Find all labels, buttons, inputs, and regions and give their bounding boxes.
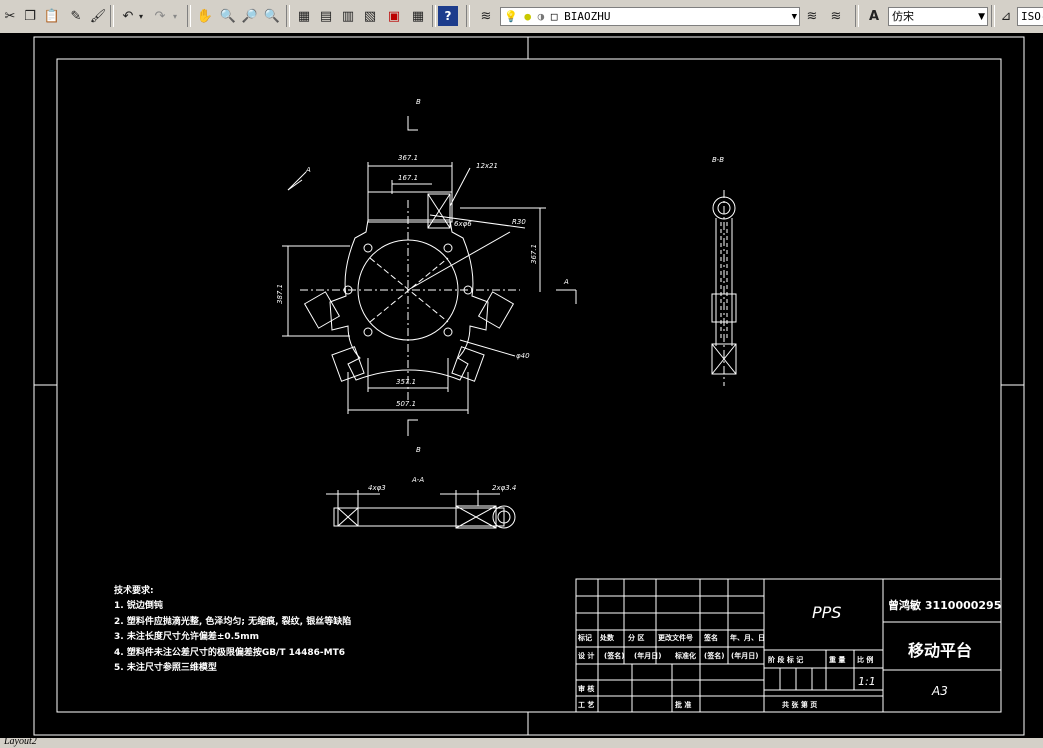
label-section-bb: B-B: [712, 156, 724, 164]
layer-previous-icon[interactable]: ≋: [826, 6, 846, 26]
tb-row2-label-3: (年月日): [634, 651, 661, 660]
sun-icon: ●: [524, 10, 531, 23]
dim-left-387: 387.1: [276, 284, 284, 304]
dim-holes: 6xφ6: [454, 220, 472, 228]
designer-id-text: 曾鸿敏 3110000295: [888, 598, 1001, 612]
layout-tab-bar: Layout2: [0, 737, 1043, 748]
technical-notes: 技术要求: 1. 锐边倒钝 2. 塑料件应抛滴光整, 色泽均匀; 无缩痕, 裂纹…: [114, 584, 351, 673]
notes-line-2: 2. 塑料件应抛滴光整, 色泽均匀; 无缩痕, 裂纹, 银丝等缺陷: [114, 615, 351, 627]
dim-aa-left: 4xφ3: [368, 484, 386, 492]
bulb-icon: 💡: [504, 10, 518, 23]
tb-row2-label-2: (签名): [604, 651, 624, 660]
tb-scale-label: 比 例: [857, 655, 873, 664]
drawing-frame: [56, 58, 1002, 713]
paper-border: [33, 36, 1025, 736]
chevron-down-icon: ▼: [978, 12, 985, 22]
make-layer-current-icon[interactable]: ≋: [802, 6, 822, 26]
drawing-canvas[interactable]: B B A A B-B A-A 367.1 167.1 12x21 6xφ6 R…: [0, 33, 1043, 738]
design-center-icon[interactable]: ▤: [316, 6, 336, 26]
undo-dropdown-icon[interactable]: ▾: [136, 6, 146, 26]
toolbar: ✂ ❐ 📋 ✎ 🖌 ↶ ▾ ↷ ▾ ✋ 🔍 🔎 🔍 ▦ ▤ ▥ ▧ ▣ ▦ ? …: [0, 0, 1043, 34]
label-view-a-right: A: [563, 278, 569, 286]
text-style-combo[interactable]: 仿宋 ▼: [888, 7, 988, 26]
section-aa-view: [326, 490, 516, 529]
tb-sheets-label: 共 张 第 页: [782, 700, 817, 709]
tb-process-label: 工 艺: [578, 700, 594, 709]
tb-stage-label: 阶 段 标 记: [768, 655, 803, 664]
dim-right-367: 367.1: [530, 244, 538, 264]
notes-line-4: 4. 塑料件未注公差尺寸的极限偏差按GB/T 14486-MT6: [114, 646, 345, 658]
tb-row-label-3: 分 区: [628, 633, 644, 642]
redo-dropdown-icon[interactable]: ▾: [170, 6, 180, 26]
dim-style-value: ISO-: [1021, 10, 1043, 23]
tb-approve-label: 批 准: [675, 700, 691, 709]
tool-palettes-icon[interactable]: ▥: [338, 6, 358, 26]
drawing-svg: B B A A B-B A-A 367.1 167.1 12x21 6xφ6 R…: [33, 36, 1025, 736]
layout-tab[interactable]: Layout2: [4, 737, 37, 747]
tb-row-label-4: 更改文件号: [658, 633, 693, 642]
dimension-style-icon[interactable]: ⊿: [996, 6, 1016, 26]
title-block-text: PPS 曾鸿敏 3110000295 移动平台 1:1 A3 标记 处数 分 区…: [577, 598, 1001, 709]
tb-row-label-2: 处数: [599, 633, 615, 642]
chevron-down-icon: ▼: [791, 12, 797, 22]
match-properties-icon[interactable]: ✎: [66, 6, 86, 26]
tb-check-label: 审 核: [578, 684, 594, 693]
dim-bottom-357: 357.1: [396, 378, 416, 386]
tb-row2-label-6: (年月日): [731, 651, 758, 660]
label-b-bottom: B: [416, 446, 421, 454]
label-b-top: B: [416, 98, 421, 106]
tb-row2-label-5: (签名): [704, 651, 724, 660]
dim-r30: R30: [512, 218, 526, 226]
notes-line-3: 3. 未注长度尺寸允许偏差±0.5mm: [114, 630, 259, 642]
label-section-aa: A-A: [411, 476, 424, 484]
sheet-size-text: A3: [931, 684, 948, 698]
zoom-realtime-icon[interactable]: 🔍: [218, 6, 238, 26]
zoom-previous-icon[interactable]: 🔍: [262, 6, 282, 26]
layer-name: BIAOZHU: [564, 10, 611, 23]
part-name-text: 移动平台: [908, 641, 972, 660]
color-swatch-icon: □: [550, 10, 558, 23]
copy-icon[interactable]: ❐: [20, 6, 40, 26]
calculator-icon[interactable]: ▦: [408, 6, 428, 26]
label-view-a: A: [305, 166, 311, 174]
layer-combo[interactable]: 💡 ● ◑ □ BIAOZHU ▼: [500, 7, 800, 26]
dim-chamfer: 12x21: [476, 162, 498, 170]
sheet-set-icon[interactable]: ▧: [360, 6, 380, 26]
text-style-icon[interactable]: A: [864, 6, 884, 26]
dim-phi40: φ40: [516, 352, 530, 360]
plan-view: [282, 116, 577, 436]
notes-line-1: 1. 锐边倒钝: [114, 599, 163, 611]
tb-weight-label: 重 量: [829, 655, 845, 664]
tb-row-label-6: 年、月、日: [730, 633, 765, 642]
lock-icon: ◑: [537, 10, 545, 23]
dim-aa-right: 2xφ3.4: [492, 484, 516, 492]
brush-icon[interactable]: 🖌: [88, 6, 108, 26]
tb-row2-label-4: 标准化: [674, 651, 696, 660]
undo-icon[interactable]: ↶: [118, 6, 138, 26]
text-style-value: 仿宋: [892, 10, 914, 23]
cut-icon[interactable]: ✂: [0, 6, 20, 26]
dim-top-167: 167.1: [398, 174, 418, 182]
paste-icon[interactable]: 📋: [42, 6, 62, 26]
notes-line-5: 5. 未注尺寸参照三维模型: [114, 661, 217, 673]
properties-icon[interactable]: ▦: [294, 6, 314, 26]
tb-row-label-1: 标记: [577, 633, 592, 642]
layer-manager-icon[interactable]: ≋: [476, 6, 496, 26]
dim-top-367: 367.1: [398, 154, 418, 162]
help-icon[interactable]: ?: [438, 6, 458, 26]
markup-icon[interactable]: ▣: [384, 6, 404, 26]
scale-text: 1:1: [858, 675, 876, 688]
material-text: PPS: [812, 603, 841, 622]
zoom-window-icon[interactable]: 🔎: [240, 6, 260, 26]
tb-row2-label-1: 设 计: [578, 651, 594, 660]
redo-icon[interactable]: ↷: [150, 6, 170, 26]
dim-style-combo[interactable]: ISO-: [1017, 7, 1043, 26]
pan-realtime-icon[interactable]: ✋: [195, 6, 215, 26]
section-bb-view: [711, 190, 737, 386]
notes-title: 技术要求:: [114, 584, 154, 596]
dim-bottom-507: 507.1: [396, 400, 416, 408]
tb-row-label-5: 签名: [703, 633, 718, 642]
